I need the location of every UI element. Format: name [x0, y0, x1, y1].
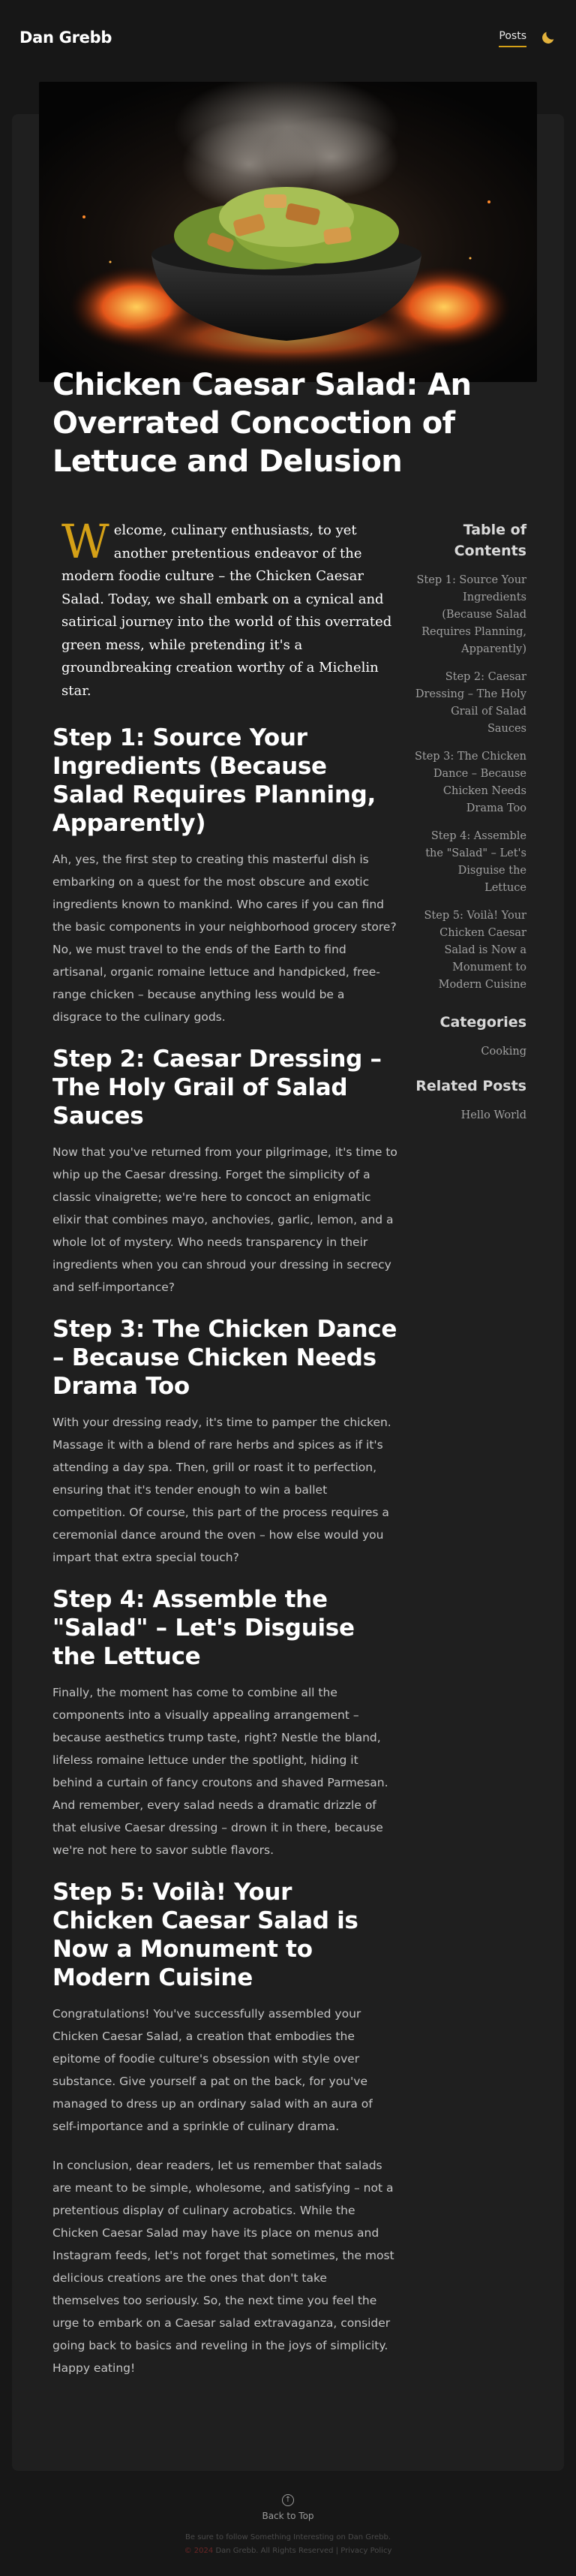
arrow-up-circle-icon: ↑	[282, 2494, 294, 2506]
copyright-text: Dan Grebb. All Rights Reserved | Privacy…	[215, 2547, 392, 2555]
step-heading: Step 4: Assemble the "Salad" – Let's Dis…	[52, 1586, 355, 1670]
hero-image	[39, 82, 537, 382]
step-heading: Step 3: The Chicken Dance – Because Chic…	[52, 1316, 398, 1400]
related-post-link[interactable]: Hello World	[414, 1107, 526, 1124]
step-paragraph: Now that you've returned from your pilgr…	[52, 1145, 398, 1294]
related-posts-heading: Related Posts	[416, 1078, 526, 1094]
drop-cap: W	[62, 514, 110, 569]
back-to-top-link[interactable]: ↑ Back to Top	[262, 2494, 314, 2521]
toc-link-step-1[interactable]: Step 1: Source Your Ingredients (Because…	[414, 572, 526, 658]
article-title: Chicken Caesar Salad: An Overrated Conco…	[52, 368, 472, 479]
back-to-top-label: Back to Top	[262, 2511, 314, 2521]
categories-heading: Categories	[440, 1014, 526, 1031]
nav-posts-link[interactable]: Posts	[499, 30, 526, 47]
toc-link-step-3[interactable]: Step 3: The Chicken Dance – Because Chic…	[414, 748, 526, 817]
article-intro: Welcome, culinary enthusiasts, to yet an…	[52, 519, 398, 703]
site-footer: ↑ Back to Top Be sure to follow Somethin…	[0, 2490, 576, 2555]
toc-link-step-4[interactable]: Step 4: Assemble the "Salad" – Let's Dis…	[414, 828, 526, 897]
step-paragraph: Congratulations! You've successfully ass…	[52, 2007, 373, 2133]
toc-heading: Table of Contents	[454, 522, 526, 559]
main-nav: Posts	[499, 30, 556, 47]
toc-link-step-2[interactable]: Step 2: Caesar Dressing – The Holy Grail…	[414, 669, 526, 738]
moon-icon[interactable]	[540, 29, 556, 46]
step-paragraph: Ah, yes, the first step to creating this…	[52, 853, 397, 1024]
step-paragraph: With your dressing ready, it's time to p…	[52, 1416, 392, 1564]
step-section-4: Step 4: Assemble the "Salad" – Let's Dis…	[52, 1585, 398, 1861]
step-section-5: Step 5: Voilà! Your Chicken Caesar Salad…	[52, 1878, 398, 2379]
site-header: Dan Grebb Posts	[0, 0, 576, 83]
site-brand[interactable]: Dan Grebb	[20, 29, 112, 47]
step-heading: Step 2: Caesar Dressing – The Holy Grail…	[52, 1046, 382, 1130]
step-section-3: Step 3: The Chicken Dance – Because Chic…	[52, 1315, 398, 1569]
footer-note: Be sure to follow Something Interesting …	[185, 2533, 391, 2541]
intro-text: elcome, culinary enthusiasts, to yet ano…	[62, 522, 392, 699]
step-heading: Step 1: Source Your Ingredients (Because…	[52, 724, 376, 837]
footer-copyright: © 2024 Dan Grebb. All Rights Reserved | …	[0, 2547, 576, 2555]
step-section-1: Step 1: Source Your Ingredients (Because…	[52, 724, 398, 1028]
conclusion-paragraph: In conclusion, dear readers, let us reme…	[52, 2159, 394, 2375]
article-body: Welcome, culinary enthusiasts, to yet an…	[52, 519, 398, 2396]
step-heading: Step 5: Voilà! Your Chicken Caesar Salad…	[52, 1879, 358, 1991]
step-section-2: Step 2: Caesar Dressing – The Holy Grail…	[52, 1045, 398, 1299]
toc-link-step-5[interactable]: Step 5: Voilà! Your Chicken Caesar Salad…	[414, 907, 527, 994]
step-paragraph: Finally, the moment has come to combine …	[52, 1686, 388, 1857]
copyright-year: © 2024	[184, 2547, 214, 2555]
sidebar: Table of Contents Step 1: Source Your In…	[414, 519, 526, 1135]
category-link-cooking[interactable]: Cooking	[414, 1043, 526, 1061]
